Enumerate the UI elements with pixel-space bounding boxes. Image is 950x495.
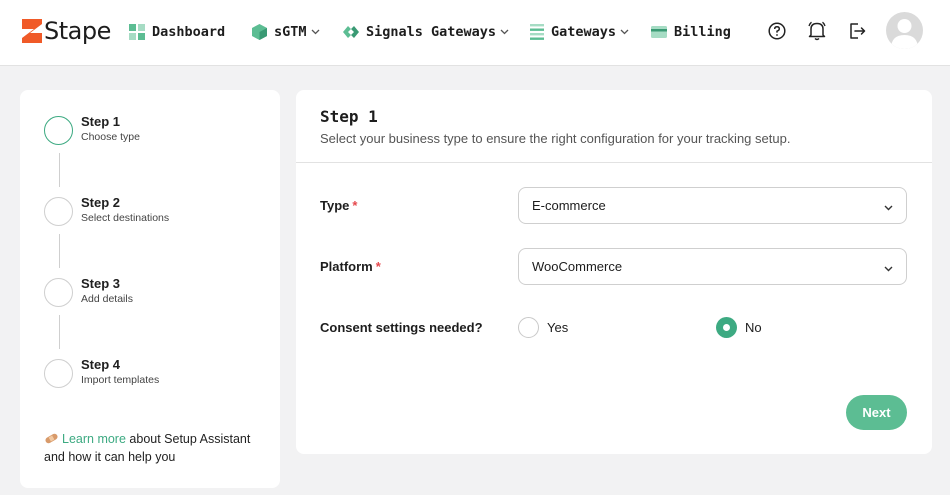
step-connector bbox=[58, 153, 60, 187]
nav-sgtm-label: sGTM bbox=[274, 24, 307, 40]
required-mark: * bbox=[352, 198, 358, 213]
gateways-icon bbox=[530, 24, 544, 40]
step-item-2[interactable]: Step 2 Select destinations bbox=[44, 195, 170, 226]
nav-signals-label: Signals Gateways bbox=[366, 24, 497, 40]
radio-button-selected[interactable] bbox=[716, 317, 737, 338]
stape-logo[interactable]: Stape bbox=[22, 16, 111, 46]
chevron-down-icon bbox=[883, 261, 894, 279]
nav-signals-gateways[interactable]: Signals Gateways bbox=[343, 21, 509, 43]
chevron-down-icon bbox=[311, 29, 320, 35]
step-indicator bbox=[44, 197, 73, 226]
cube-icon bbox=[252, 24, 267, 40]
platform-select-value: WooCommerce bbox=[532, 259, 623, 274]
logo-text: Stape bbox=[44, 17, 111, 45]
nav-billing[interactable]: Billing bbox=[651, 21, 731, 43]
required-mark: * bbox=[375, 259, 381, 274]
help-icon[interactable] bbox=[766, 20, 788, 42]
step-subtitle: Choose type bbox=[81, 131, 140, 143]
step-title: Step 4 bbox=[81, 357, 121, 372]
learn-more-note: Learn more about Setup Assistant and how… bbox=[44, 431, 264, 465]
radio-button[interactable] bbox=[518, 317, 539, 338]
avatar[interactable] bbox=[886, 12, 923, 49]
platform-select[interactable]: WooCommerce bbox=[518, 248, 907, 285]
type-label: Type * bbox=[320, 198, 357, 213]
step-connector bbox=[58, 315, 60, 349]
bandage-icon bbox=[44, 432, 59, 449]
step-subtitle: Add details bbox=[81, 293, 133, 305]
platform-label: Platform * bbox=[320, 259, 381, 274]
page-title: Step 1 bbox=[320, 107, 378, 126]
step-connector bbox=[58, 234, 60, 268]
radio-label: Yes bbox=[547, 320, 569, 335]
nav-dashboard[interactable]: Dashboard bbox=[129, 21, 225, 43]
next-button[interactable]: Next bbox=[846, 395, 907, 430]
consent-radio-yes[interactable]: Yes bbox=[518, 317, 568, 338]
bell-icon[interactable] bbox=[806, 20, 828, 42]
nav-gateways-label: Gateways bbox=[551, 24, 617, 40]
chevron-down-icon bbox=[883, 200, 894, 218]
step-title: Step 1 bbox=[81, 114, 121, 129]
consent-radio-no[interactable]: No bbox=[716, 317, 762, 338]
step-indicator bbox=[44, 278, 73, 307]
step-subtitle: Import templates bbox=[81, 374, 160, 386]
nav-billing-label: Billing bbox=[674, 24, 731, 40]
user-silhouette-icon bbox=[891, 19, 918, 49]
chevron-down-icon bbox=[620, 29, 629, 35]
step-indicator bbox=[44, 359, 73, 388]
step-item-1[interactable]: Step 1 Choose type bbox=[44, 114, 140, 145]
step-indicator-active bbox=[44, 116, 73, 145]
billing-card-icon bbox=[651, 26, 667, 38]
stape-logo-mark bbox=[22, 19, 42, 43]
platform-label-text: Platform bbox=[320, 259, 373, 274]
page-subtitle: Select your business type to ensure the … bbox=[320, 131, 791, 146]
type-label-text: Type bbox=[320, 198, 350, 213]
nav-gateways[interactable]: Gateways bbox=[530, 21, 629, 43]
top-header: Stape Dashboard sGTM Signals Gateways Ga… bbox=[0, 0, 950, 66]
step-form-panel: Step 1 Select your business type to ensu… bbox=[296, 90, 932, 454]
signals-icon bbox=[343, 26, 359, 38]
chevron-down-icon bbox=[500, 29, 509, 35]
divider bbox=[296, 162, 932, 163]
step-item-4[interactable]: Step 4 Import templates bbox=[44, 357, 160, 388]
step-subtitle: Select destinations bbox=[81, 212, 170, 224]
step-title: Step 2 bbox=[81, 195, 121, 210]
step-item-3[interactable]: Step 3 Add details bbox=[44, 276, 133, 307]
consent-label: Consent settings needed? bbox=[320, 320, 483, 335]
radio-label: No bbox=[745, 320, 762, 335]
dashboard-icon bbox=[129, 24, 145, 40]
learn-more-link[interactable]: Learn more bbox=[62, 432, 126, 446]
setup-steps-panel: Step 1 Choose type Step 2 Select destina… bbox=[20, 90, 280, 488]
type-select-value: E-commerce bbox=[532, 198, 606, 213]
nav-dashboard-label: Dashboard bbox=[152, 24, 226, 40]
type-select[interactable]: E-commerce bbox=[518, 187, 907, 224]
nav-sgtm[interactable]: sGTM bbox=[252, 21, 320, 43]
logout-icon[interactable] bbox=[846, 20, 868, 42]
step-title: Step 3 bbox=[81, 276, 121, 291]
